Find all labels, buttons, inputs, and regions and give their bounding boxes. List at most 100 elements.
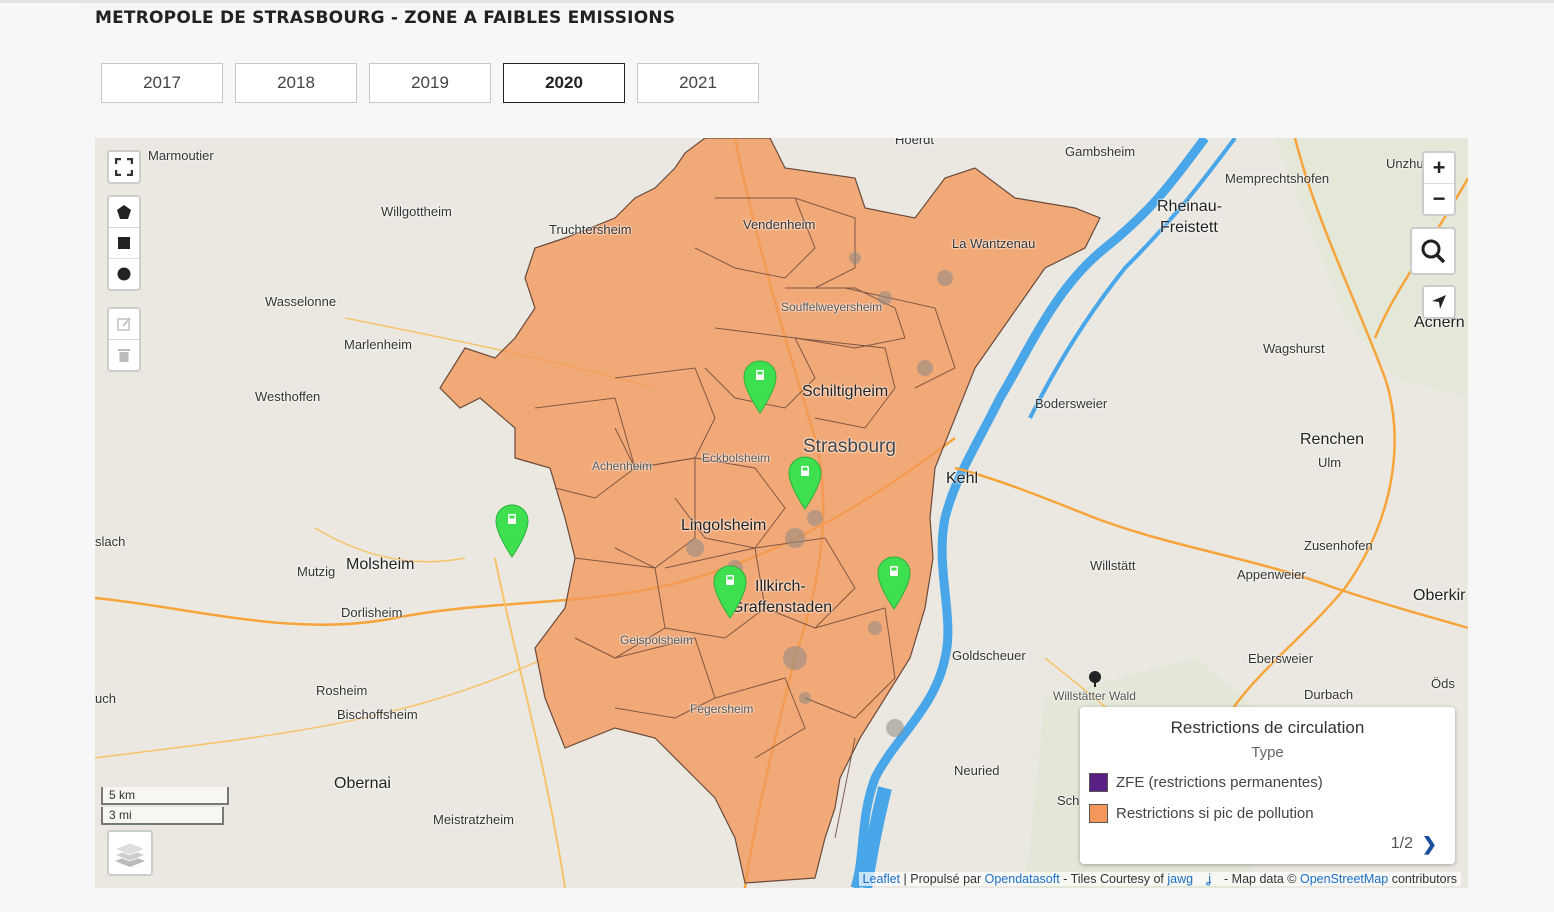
label-achenheim: Achenheim <box>592 459 653 473</box>
layers-icon <box>113 842 147 867</box>
map-pin-icon <box>713 565 747 619</box>
locate-control <box>1422 285 1456 319</box>
legend-subtitle: Type <box>1251 744 1284 761</box>
label-strasbourg: Strasbourg <box>803 436 896 457</box>
label-oberkirch: Oberkir <box>1413 587 1466 604</box>
fullscreen-control <box>107 150 141 184</box>
legend-pager: 1/2 <box>1390 835 1413 852</box>
label-wagshurst: Wagshurst <box>1263 341 1325 356</box>
draw-circle-button[interactable] <box>109 259 139 289</box>
label-eckbolsheim: Eckbolsheim <box>702 451 771 465</box>
label-freistett: Freistett <box>1160 219 1218 236</box>
legend-title: Restrictions de circulation <box>1170 718 1365 737</box>
legend-next-button[interactable]: ❯ <box>1422 834 1437 855</box>
location-arrow-icon <box>1432 295 1446 309</box>
delete-layers-button[interactable] <box>109 340 139 370</box>
legend-item: Restrictions si pic de pollution <box>1089 804 1314 823</box>
station-marker[interactable] <box>788 456 822 510</box>
label-dorlisheim: Dorlisheim <box>341 605 403 620</box>
scale-km: 5 km <box>101 787 229 805</box>
year-tabs: 2017 2018 2019 2020 2021 <box>101 63 759 103</box>
label-illkirch-1: Illkirch- <box>755 578 806 595</box>
draw-rectangle-button[interactable] <box>109 228 139 259</box>
fullscreen-icon <box>115 158 133 176</box>
jawg-link[interactable]: jawg <box>1167 872 1193 886</box>
osm-link[interactable]: OpenStreetMap <box>1300 872 1388 886</box>
zoom-in-button[interactable]: + <box>1424 153 1454 184</box>
square-icon <box>118 237 130 249</box>
label-memprechtshofen: Memprechtshofen <box>1225 171 1330 186</box>
label-molsheim: Molsheim <box>346 556 415 573</box>
zoom-out-button[interactable]: − <box>1424 184 1454 214</box>
attribution-text: contributors <box>1388 872 1457 886</box>
legend-item-label: ZFE (restrictions permanentes) <box>1116 774 1323 791</box>
label-willstatter-wald: Willstätter Wald <box>1053 689 1136 703</box>
tab-2018[interactable]: 2018 <box>235 63 357 103</box>
search-control[interactable] <box>1410 227 1456 275</box>
attribution-text: | Propulsé par <box>900 872 985 886</box>
label-geispolsheim: Geispolsheim <box>620 633 693 647</box>
label-vendenheim: Vendenheim <box>743 217 816 232</box>
fullscreen-button[interactable] <box>109 152 139 182</box>
trash-icon <box>118 349 130 362</box>
map-pin-icon <box>743 360 777 414</box>
tab-2021[interactable]: 2021 <box>637 63 759 103</box>
label-uch: uch <box>95 691 116 706</box>
label-mutzig: Mutzig <box>297 564 336 579</box>
label-unzhurst: Unzhu <box>1386 156 1424 171</box>
leaflet-link[interactable]: Leaflet <box>863 872 901 886</box>
legend-swatch-pic <box>1089 804 1108 823</box>
search-icon <box>1421 239 1446 264</box>
legend-swatch-zfe <box>1089 773 1108 792</box>
label-ebersweier: Ebersweier <box>1248 651 1314 666</box>
jawg-logo-icon: ʝ <box>1206 872 1212 886</box>
circle-icon <box>117 267 131 281</box>
edit-layers-button[interactable] <box>109 309 139 340</box>
legend-item-label: Restrictions si pic de pollution <box>1116 805 1314 822</box>
label-durbach: Durbach <box>1304 687 1354 702</box>
station-marker[interactable] <box>495 504 529 558</box>
label-renchen: Renchen <box>1300 431 1365 448</box>
label-schiltigheim: Schiltigheim <box>802 383 889 400</box>
label-sch: Sch <box>1057 793 1080 808</box>
map-pin-icon <box>788 456 822 510</box>
label-rosheim: Rosheim <box>316 683 368 698</box>
draw-polygon-button[interactable] <box>109 197 139 228</box>
opendatasoft-link[interactable]: Opendatasoft <box>985 872 1060 886</box>
label-wasselonne: Wasselonne <box>265 294 337 309</box>
label-slach: slach <box>95 534 126 549</box>
label-willstatt: Willstätt <box>1090 558 1136 573</box>
station-marker[interactable] <box>713 565 747 619</box>
label-fegersheim: Fegersheim <box>690 702 754 716</box>
map-container[interactable]: Marmoutier Willgottheim Truchtersheim Ve… <box>95 138 1468 888</box>
station-marker[interactable] <box>877 556 911 610</box>
edit-toolbar <box>107 307 141 372</box>
label-lawantzenau: La Wantzenau <box>952 236 1036 251</box>
label-neuried: Neuried <box>954 763 1000 778</box>
label-westhoffen: Westhoffen <box>255 389 321 404</box>
tab-2020[interactable]: 2020 <box>503 63 625 103</box>
legend-item: ZFE (restrictions permanentes) <box>1089 773 1323 792</box>
map-legend: Restrictions de circulation Type ZFE (re… <box>1080 707 1455 864</box>
attribution-text: - Tiles Courtesy of <box>1059 872 1168 886</box>
label-ods: Öds <box>1431 676 1455 691</box>
label-hoerdt: Hoerdt <box>895 138 935 147</box>
map-pin-icon <box>877 556 911 610</box>
layers-control[interactable] <box>107 830 153 876</box>
tab-2019[interactable]: 2019 <box>369 63 491 103</box>
label-goldscheuer: Goldscheuer <box>952 648 1026 663</box>
label-obernai: Obernai <box>334 775 391 792</box>
label-truchtersheim: Truchtersheim <box>549 222 632 237</box>
label-kehl: Kehl <box>946 470 979 487</box>
label-bodersweier: Bodersweier <box>1035 396 1108 411</box>
label-bischoffsheim: Bischoffsheim <box>337 707 418 722</box>
label-souffelweyersheim: Souffelweyersheim <box>781 300 883 314</box>
label-ulm: Ulm <box>1318 455 1342 470</box>
tab-2017[interactable]: 2017 <box>101 63 223 103</box>
label-marmoutier: Marmoutier <box>148 148 214 163</box>
polygon-icon <box>117 205 131 219</box>
label-lingolsheim: Lingolsheim <box>681 517 767 534</box>
station-marker[interactable] <box>743 360 777 414</box>
locate-button[interactable] <box>1424 287 1454 317</box>
map-attribution: Leaflet | Propulsé par Opendatasoft - Ti… <box>858 872 1461 886</box>
